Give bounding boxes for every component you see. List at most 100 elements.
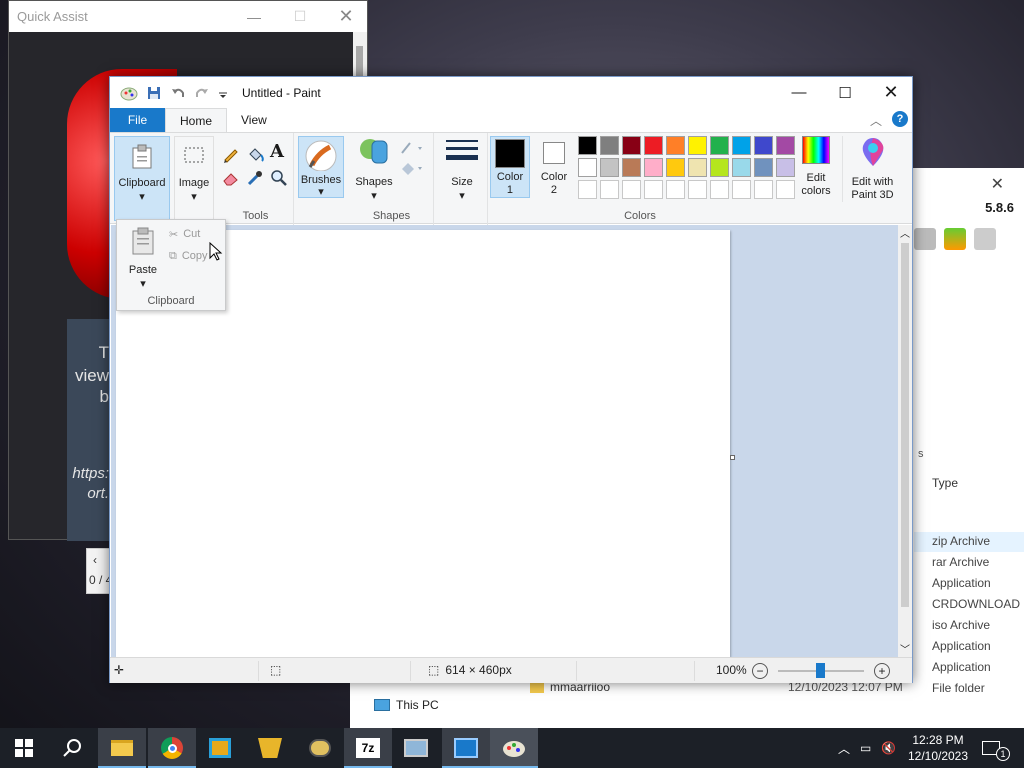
eraser-icon[interactable]: [222, 169, 240, 187]
color-swatch[interactable]: [644, 136, 663, 155]
color-swatch[interactable]: [644, 158, 663, 177]
file-type-cell[interactable]: zip Archive: [932, 534, 1024, 548]
close-button[interactable]: ✕: [868, 77, 914, 108]
color-swatch[interactable]: [600, 180, 619, 199]
color2-button[interactable]: Color 2: [534, 136, 574, 198]
color-swatch[interactable]: [776, 158, 795, 177]
taskbar-paint[interactable]: [490, 728, 538, 768]
chevron-up-icon[interactable]: ︿: [898, 225, 912, 241]
color-swatch[interactable]: [732, 158, 751, 177]
color-swatch[interactable]: [666, 180, 685, 199]
scroll-thumb[interactable]: [901, 243, 909, 607]
shapes-button[interactable]: Shapes ▾: [354, 136, 394, 202]
zoom-slider-thumb[interactable]: [816, 663, 825, 678]
taskbar-app-bee[interactable]: [296, 728, 344, 768]
vertical-scrollbar[interactable]: ︿ ﹀: [898, 225, 912, 657]
edit-colors-button[interactable]: Edit colors: [794, 136, 838, 198]
pencil-icon[interactable]: [222, 145, 240, 163]
chevron-down-icon[interactable]: ﹀: [898, 641, 912, 657]
file-type-cell[interactable]: CRDOWNLOAD F: [932, 597, 1024, 611]
cut-button[interactable]: ✂ Cut: [169, 228, 200, 241]
qa-close-button[interactable]: ✕: [323, 1, 369, 32]
file-type-cell[interactable]: Application: [932, 576, 1024, 590]
color-swatch[interactable]: [578, 180, 597, 199]
qa-maximize-button[interactable]: ☐: [277, 1, 323, 32]
clipboard-button[interactable]: Clipboard ▾: [114, 136, 170, 221]
maximize-button[interactable]: ☐: [822, 77, 868, 108]
color-swatch[interactable]: [710, 180, 729, 199]
customize-qat-icon[interactable]: [218, 85, 228, 101]
brushes-button[interactable]: Brushes ▾: [298, 136, 344, 198]
text-tool-icon[interactable]: A: [270, 141, 284, 162]
extract-icon[interactable]: [944, 228, 966, 250]
fill-bucket-icon[interactable]: [246, 145, 264, 163]
color-picker-icon[interactable]: [246, 169, 264, 187]
chevron-up-icon[interactable]: ︿: [838, 740, 850, 757]
taskbar-network-app[interactable]: [442, 728, 490, 768]
tab-home[interactable]: Home: [165, 108, 228, 132]
file-type-cell[interactable]: File folder: [932, 681, 1024, 695]
size-button[interactable]: Size ▾: [440, 136, 484, 202]
color-swatch[interactable]: [600, 136, 619, 155]
file-type-cell[interactable]: Application: [932, 660, 1024, 674]
color-swatch[interactable]: [688, 180, 707, 199]
color-swatch[interactable]: [754, 136, 773, 155]
color1-button[interactable]: Color 1: [490, 136, 530, 198]
color-swatch[interactable]: [688, 136, 707, 155]
network-icon[interactable]: ▭: [860, 741, 871, 755]
color-swatch[interactable]: [578, 136, 597, 155]
color-swatch[interactable]: [666, 158, 685, 177]
taskbar-file-explorer[interactable]: [98, 728, 146, 768]
taskbar-chrome[interactable]: [148, 728, 196, 768]
file-type-cell[interactable]: iso Archive: [932, 618, 1024, 632]
tab-file[interactable]: File: [110, 108, 165, 132]
help-icon[interactable]: ?: [892, 111, 908, 127]
zoom-in-button[interactable]: +: [874, 663, 890, 679]
magnifier-icon[interactable]: [270, 169, 288, 187]
taskbar-app-yellow[interactable]: [246, 728, 294, 768]
start-button[interactable]: [0, 728, 48, 768]
copy-button[interactable]: ⧉ Copy: [169, 250, 208, 263]
search-button[interactable]: [48, 728, 96, 768]
chevron-left-icon[interactable]: ‹: [87, 549, 109, 571]
file-type-cell[interactable]: rar Archive: [932, 555, 1024, 569]
color-swatch[interactable]: [578, 158, 597, 177]
undo-icon[interactable]: [170, 85, 186, 101]
color-swatch[interactable]: [622, 180, 641, 199]
color-swatch[interactable]: [732, 180, 751, 199]
paste-button[interactable]: Paste ▾: [127, 226, 159, 290]
clock[interactable]: 12:28 PM 12/10/2023: [906, 728, 970, 768]
color-swatch[interactable]: [600, 158, 619, 177]
save-icon[interactable]: [146, 85, 162, 101]
zoom-out-button[interactable]: −: [752, 663, 768, 679]
color-swatch[interactable]: [710, 136, 729, 155]
outline-icon[interactable]: [398, 139, 424, 157]
image-button[interactable]: Image ▾: [174, 136, 214, 221]
fill-icon[interactable]: [398, 159, 424, 177]
color-swatch[interactable]: [754, 180, 773, 199]
column-header-type[interactable]: Type: [932, 476, 958, 490]
notifications-button[interactable]: 1: [982, 728, 1010, 768]
color-swatch[interactable]: [644, 180, 663, 199]
color-swatch[interactable]: [732, 136, 751, 155]
delete-icon[interactable]: [974, 228, 996, 250]
color-swatch[interactable]: [666, 136, 685, 155]
taskbar-remote[interactable]: [392, 728, 440, 768]
color-swatch[interactable]: [710, 158, 729, 177]
qa-minimize-button[interactable]: —: [231, 1, 277, 32]
minimize-button[interactable]: —: [776, 77, 822, 108]
redo-icon[interactable]: [194, 85, 210, 101]
file-type-cell[interactable]: Application: [932, 639, 1024, 653]
edit-with-paint3d-button[interactable]: Edit with Paint 3D: [842, 136, 902, 202]
color-swatch[interactable]: [622, 136, 641, 155]
taskbar-7zip[interactable]: 7z: [344, 728, 392, 768]
color-swatch[interactable]: [754, 158, 773, 177]
color-swatch[interactable]: [688, 158, 707, 177]
collapse-ribbon-icon[interactable]: ︿: [870, 112, 882, 129]
canvas-resize-handle[interactable]: [730, 455, 735, 460]
volume-muted-icon[interactable]: 🔇: [881, 741, 896, 755]
color-swatch[interactable]: [776, 136, 795, 155]
taskbar-quick-assist[interactable]: [196, 728, 244, 768]
color-swatch[interactable]: [622, 158, 641, 177]
nav-this-pc[interactable]: This PC: [374, 698, 439, 712]
